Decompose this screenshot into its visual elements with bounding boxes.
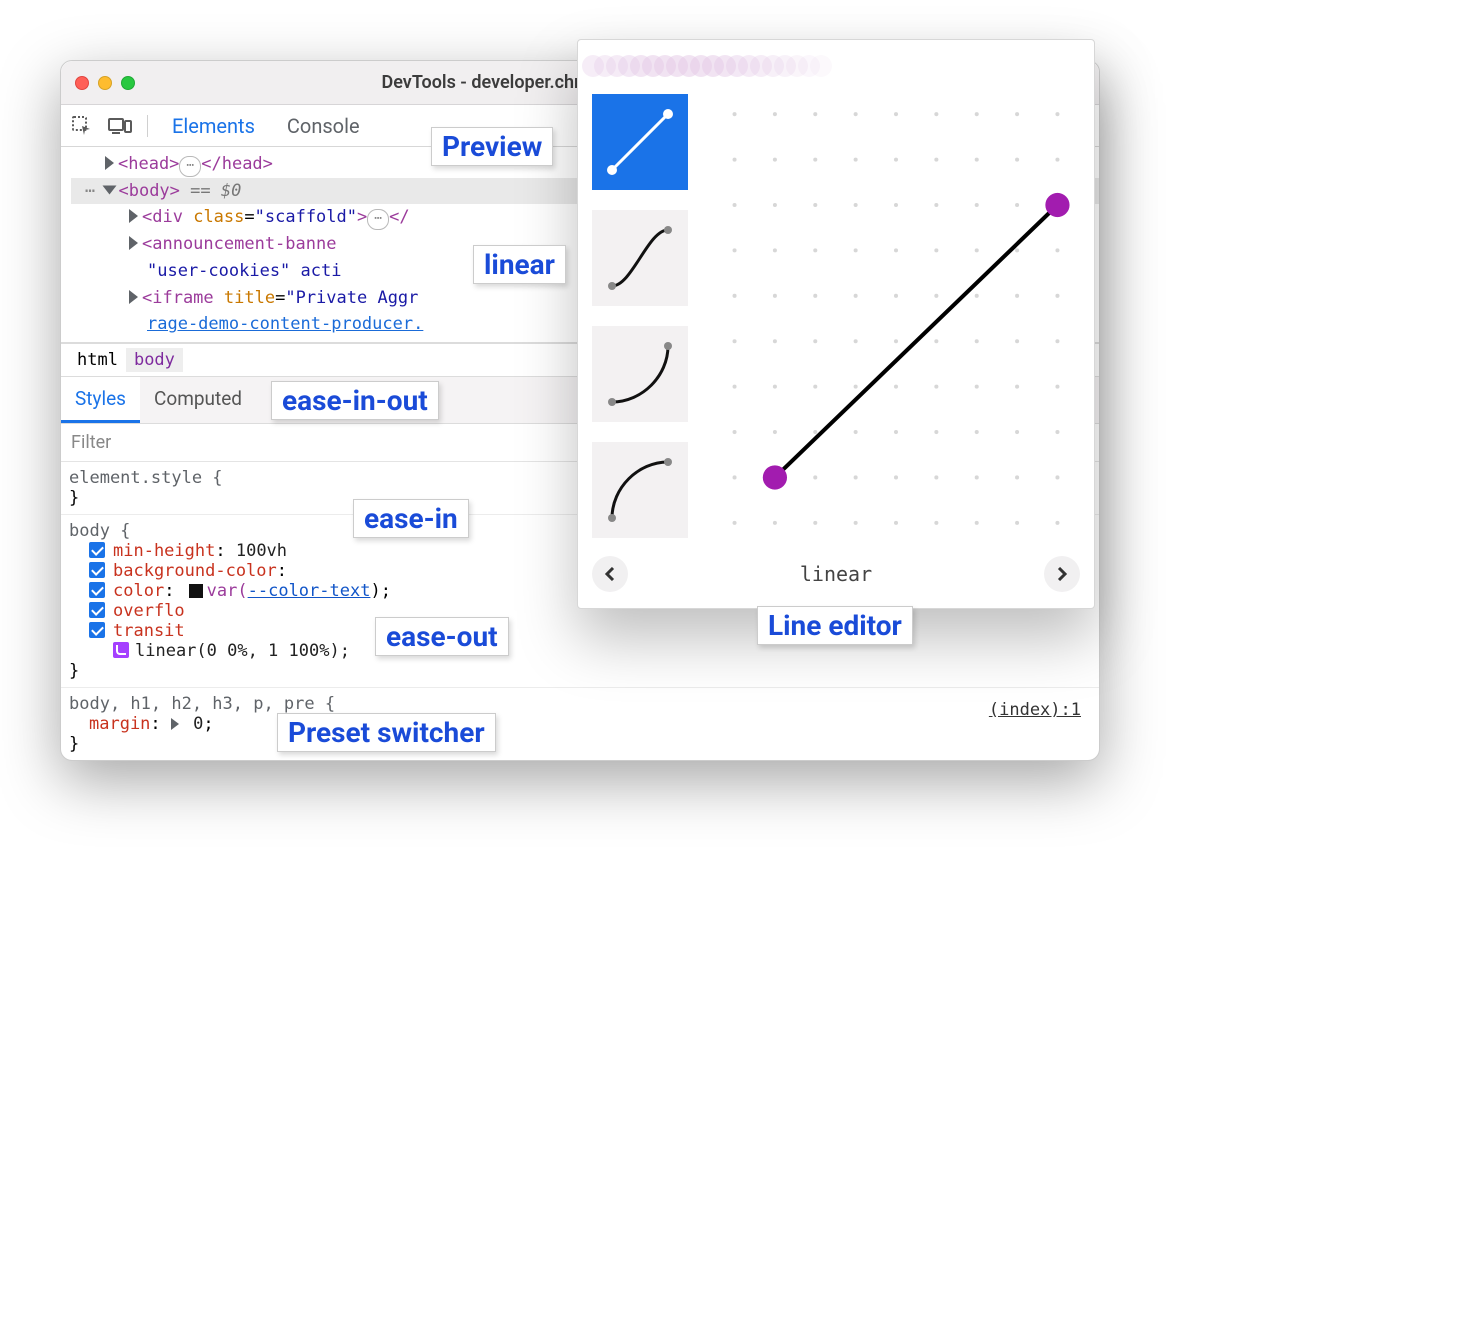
selector-body-etc: body, h1, h2, h3, p, pre { (69, 694, 335, 714)
selector-body: body { (69, 521, 130, 541)
dom-head-close: </head> (201, 154, 273, 174)
color-swatch-icon[interactable] (189, 584, 203, 598)
annotation-preset-switcher: Preset switcher (277, 713, 496, 752)
preset-ease-out[interactable] (592, 442, 688, 538)
devtools-window: DevTools - developer.chrome.com/docs/dev… (60, 60, 1100, 761)
close-icon[interactable] (75, 76, 89, 90)
preset-linear[interactable] (592, 94, 688, 190)
easing-preset-list (592, 94, 688, 538)
prop-color[interactable]: color (113, 581, 164, 601)
dom-iframe-src[interactable]: rage-demo-content-producer. (147, 314, 423, 334)
dom-head-open[interactable]: <head> (118, 154, 179, 174)
selector-element-style: element.style { (69, 468, 223, 488)
ellipsis-icon[interactable]: ⋯ (179, 156, 201, 177)
prop-transition[interactable]: transit (113, 621, 185, 641)
checkbox-icon[interactable] (89, 582, 105, 598)
checkbox-icon[interactable] (89, 542, 105, 558)
checkbox-icon[interactable] (89, 562, 105, 578)
easing-editor-popover: linear (577, 39, 1095, 609)
annotation-ease-in: ease-in (353, 499, 469, 538)
prev-preset-button[interactable] (592, 556, 628, 592)
annotation-linear: linear (473, 245, 566, 284)
tab-elements[interactable]: Elements (162, 108, 265, 144)
prop-min-height[interactable]: min-height (113, 541, 215, 561)
dom-announcement[interactable]: <announcement-banne (142, 234, 336, 254)
val-transition-timing[interactable]: linear(0 0%, 1 100%); (135, 641, 350, 661)
easing-swatch-icon[interactable] (113, 642, 129, 658)
ellipsis-icon[interactable]: ⋯ (367, 209, 389, 230)
checkbox-icon[interactable] (89, 622, 105, 638)
preset-switcher: linear (592, 556, 1080, 592)
tab-computed[interactable]: Computed (140, 377, 256, 423)
tab-styles[interactable]: Styles (61, 377, 140, 423)
prop-background-color[interactable]: background-color (113, 561, 277, 581)
preset-ease-in[interactable] (592, 326, 688, 422)
source-link[interactable]: (index):1 (989, 694, 1091, 720)
annotation-line-editor: Line editor (757, 606, 913, 645)
preset-ease-in-out[interactable] (592, 210, 688, 306)
checkbox-icon[interactable] (89, 602, 105, 618)
dom-cookies-attr: "user-cookies" acti (147, 261, 341, 281)
rule-body-etc[interactable]: (index):1 body, h1, h2, h3, p, pre { mar… (61, 688, 1099, 760)
prop-overflow[interactable]: overflo (113, 601, 185, 621)
annotation-preview: Preview (431, 127, 553, 166)
preset-name: linear (800, 562, 872, 586)
crumb-body[interactable]: body (126, 348, 183, 372)
curve-handle-start[interactable] (763, 465, 787, 489)
easing-preview (592, 50, 1080, 82)
crumb-html[interactable]: html (69, 348, 126, 372)
annotation-ease-in-out: ease-in-out (271, 381, 439, 420)
easing-curve-editor[interactable] (712, 94, 1080, 538)
curve-handle-end[interactable] (1045, 193, 1069, 217)
prop-margin[interactable]: margin (89, 714, 150, 734)
val-margin[interactable]: 0 (193, 714, 203, 734)
device-icon[interactable] (107, 113, 133, 139)
annotation-ease-out: ease-out (375, 617, 509, 656)
tab-console[interactable]: Console (277, 108, 370, 144)
filter-placeholder: Filter (71, 432, 111, 453)
var-color-text[interactable]: --color-text (248, 581, 371, 601)
inspect-icon[interactable] (69, 113, 95, 139)
val-min-height[interactable]: 100vh (236, 541, 287, 561)
next-preset-button[interactable] (1044, 556, 1080, 592)
window-controls[interactable] (75, 76, 135, 90)
maximize-icon[interactable] (121, 76, 135, 90)
minimize-icon[interactable] (98, 76, 112, 90)
